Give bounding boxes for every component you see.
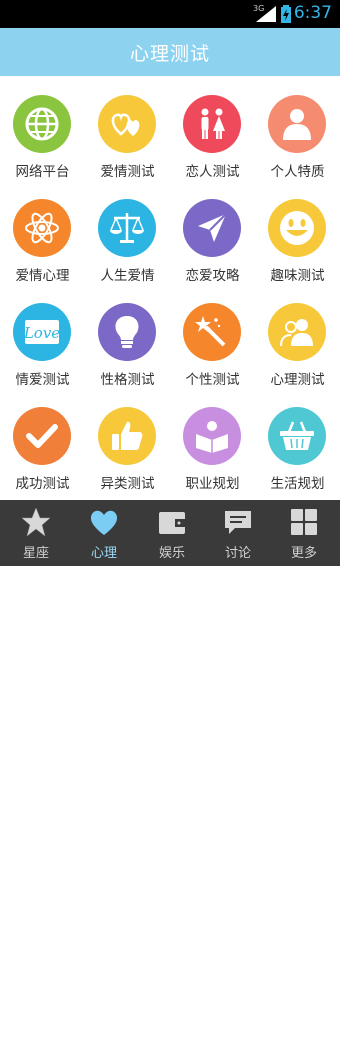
grid-item-label: 个人特质 <box>270 164 325 180</box>
signal-icon <box>256 6 276 22</box>
grid-item-label: 成功测试 <box>15 476 70 492</box>
grid-item-label: 恋人测试 <box>185 164 240 180</box>
grid-item-lovers-test[interactable]: 恋人测试 <box>170 76 255 180</box>
contacts-icon <box>268 303 326 361</box>
globe-icon <box>13 95 71 153</box>
grid-item-love-psychology[interactable]: 爱情心理 <box>0 180 85 284</box>
svg-text:Love: Love <box>23 324 60 342</box>
person-icon <box>268 95 326 153</box>
star-icon <box>21 507 51 537</box>
watermark: 2265 <box>198 1008 303 1054</box>
tab-psychology[interactable]: 心理 <box>70 500 138 566</box>
grid-item-label: 个性测试 <box>185 372 240 388</box>
tab-more[interactable]: 更多 <box>270 500 338 566</box>
checkmark-icon <box>13 407 71 465</box>
lightbulb-icon <box>98 303 156 361</box>
heart-icon <box>90 510 118 535</box>
tab-label: 娱乐 <box>158 546 185 561</box>
grid-item-label: 人生爱情 <box>100 268 155 284</box>
book-icon <box>183 407 241 465</box>
basket-icon <box>268 407 326 465</box>
grid-item-life-planning[interactable]: 生活规划 <box>255 388 340 492</box>
love-text-icon: Love <box>13 303 71 361</box>
tab-label: 更多 <box>290 546 317 561</box>
tab-entertainment[interactable]: 娱乐 <box>138 500 206 566</box>
watermark-suffix: 网 <box>302 1023 316 1039</box>
battery-charging-icon <box>281 5 291 23</box>
grid-item-label: 异类测试 <box>100 476 155 492</box>
grid-item-label: 生活规划 <box>270 476 325 492</box>
paper-plane-icon <box>183 199 241 257</box>
chat-icon <box>225 511 251 534</box>
grid-item-personality-test[interactable]: 性格测试 <box>85 284 170 388</box>
grid-item-label: 职业规划 <box>185 476 240 492</box>
hearts-icon <box>98 95 156 153</box>
bottom-tab-bar: 星座 心理 娱乐 讨论 更多 2265 网 <box>0 500 340 1054</box>
clock: 6:37 <box>293 3 332 23</box>
grid-item-label: 性格测试 <box>100 372 155 388</box>
page-title: 心理测试 <box>129 42 210 65</box>
grid-item-life-love[interactable]: 人生爱情 <box>85 180 170 284</box>
grid-item-dating-guide[interactable]: 恋爱攻略 <box>170 180 255 284</box>
grid-item-label: 心理测试 <box>270 372 325 388</box>
atom-icon <box>13 199 71 257</box>
app-header: 心理测试 <box>0 28 340 76</box>
wallet-icon <box>159 512 185 534</box>
tab-constellation[interactable]: 星座 <box>2 500 70 566</box>
grid-item-personal-traits[interactable]: 个人特质 <box>255 76 340 180</box>
grid-item-psych-test[interactable]: 心理测试 <box>255 284 340 388</box>
grid-item-label: 爱情心理 <box>15 268 70 284</box>
tab-discussion[interactable]: 讨论 <box>204 500 272 566</box>
grid-item-label: 恋爱攻略 <box>185 268 240 284</box>
grid-item-label: 爱情测试 <box>100 164 155 180</box>
grid-item-unusual-test[interactable]: 异类测试 <box>85 388 170 492</box>
tab-label: 心理 <box>90 546 117 561</box>
grid-item-romance-test[interactable]: Love 情爱测试 <box>0 284 85 388</box>
grid-item-label: 趣味测试 <box>270 268 325 284</box>
couple-icon <box>183 95 241 153</box>
grid-item-label: 情爱测试 <box>15 372 70 388</box>
smiley-icon <box>268 199 326 257</box>
scales-icon <box>98 199 156 257</box>
grid-item-success-test[interactable]: 成功测试 <box>0 388 85 492</box>
category-grid: 网络平台 爱情测试 恋人测试 个人特质 爱情心理 人生爱情 恋爱攻略 趣味测试 … <box>0 76 340 500</box>
status-bar: 3G 6:37 <box>0 0 340 28</box>
grid-item-network-platform[interactable]: 网络平台 <box>0 76 85 180</box>
magic-wand-icon <box>183 303 241 361</box>
grid-icon <box>291 509 317 535</box>
grid-item-label: 网络平台 <box>15 164 70 180</box>
grid-item-fun-test[interactable]: 趣味测试 <box>255 180 340 284</box>
grid-item-individuality-test[interactable]: 个性测试 <box>170 284 255 388</box>
tab-label: 讨论 <box>224 546 251 561</box>
grid-item-love-test[interactable]: 爱情测试 <box>85 76 170 180</box>
tab-label: 星座 <box>22 546 49 561</box>
grid-item-career-planning[interactable]: 职业规划 <box>170 388 255 492</box>
thumbs-up-icon <box>98 407 156 465</box>
